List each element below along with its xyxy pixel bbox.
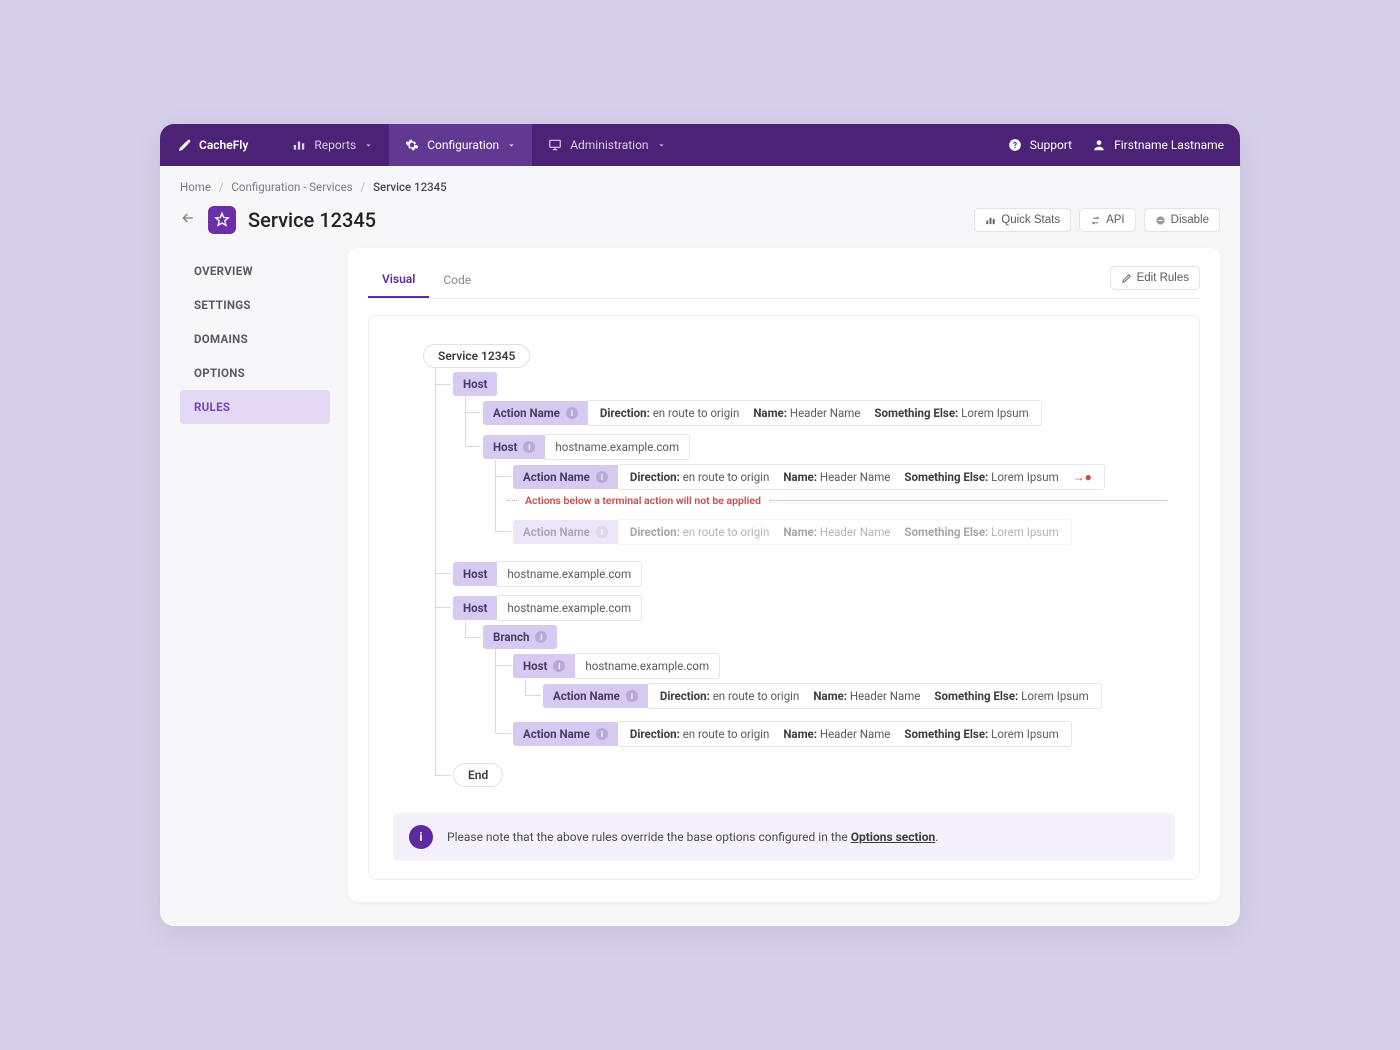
rules-canvas: Service 12345 Host Action Name i xyxy=(368,315,1200,880)
rocket-icon xyxy=(176,136,194,154)
back-arrow[interactable] xyxy=(180,210,196,230)
hostname-value: hostname.example.com xyxy=(497,561,642,587)
disabled-action-node: Action Namei Direction: en route to orig… xyxy=(513,519,1175,545)
hostname-value: hostname.example.com xyxy=(575,653,720,679)
host-node-with-value[interactable]: Hosti hostname.example.com xyxy=(513,653,1175,679)
pencil-icon xyxy=(1121,273,1132,284)
user-icon xyxy=(1092,138,1106,152)
info-icon: i xyxy=(596,526,608,538)
tabs: Visual Code Edit Rules xyxy=(368,264,1200,299)
sidenav-overview[interactable]: OVERVIEW xyxy=(180,254,330,288)
content-area: Home / Configuration - Services / Servic… xyxy=(160,166,1240,926)
stats-icon xyxy=(985,215,996,226)
host-node-with-value[interactable]: Host hostname.example.com xyxy=(453,561,1175,587)
nav-support-label: Support xyxy=(1030,138,1072,152)
gear-icon xyxy=(405,138,419,152)
svg-text:?: ? xyxy=(1013,140,1017,150)
info-icon: i xyxy=(596,728,608,740)
hostname-value: hostname.example.com xyxy=(545,434,690,460)
note-box: i Please note that the above rules overr… xyxy=(393,813,1175,861)
breadcrumb-config[interactable]: Configuration - Services xyxy=(231,180,352,194)
hostname-value: hostname.example.com xyxy=(497,595,642,621)
nav-user[interactable]: Firstname Lastname xyxy=(1092,138,1224,152)
page-title: Service 12345 xyxy=(248,208,376,232)
nav-reports-label: Reports xyxy=(314,138,356,152)
chevron-down-icon xyxy=(507,141,516,150)
host-node[interactable]: Host xyxy=(453,372,497,396)
host-label: Host xyxy=(463,377,487,391)
action-node[interactable]: Action Namei Direction: en route to orig… xyxy=(513,721,1175,747)
sidenav-rules[interactable]: RULES xyxy=(180,390,330,424)
side-nav: OVERVIEW SETTINGS DOMAINS OPTIONS RULES xyxy=(180,248,330,902)
tab-code[interactable]: Code xyxy=(429,265,485,297)
nav-administration[interactable]: Administration xyxy=(532,124,681,166)
top-nav: CacheFly Reports Configuration Administr… xyxy=(160,124,1240,166)
brand-name: CacheFly xyxy=(199,138,248,152)
breadcrumb: Home / Configuration - Services / Servic… xyxy=(180,180,1220,194)
breadcrumb-home[interactable]: Home xyxy=(180,180,211,194)
disable-label: Disable xyxy=(1171,214,1209,226)
edit-rules-button[interactable]: Edit Rules xyxy=(1110,266,1200,290)
info-icon: i xyxy=(523,441,535,453)
brand-logo[interactable]: CacheFly xyxy=(176,136,248,154)
chart-icon xyxy=(292,138,306,152)
quick-stats-label: Quick Stats xyxy=(1001,214,1060,226)
branch-label: Branch xyxy=(493,630,529,644)
action-node[interactable]: Action Namei Direction: en route to orig… xyxy=(483,400,1175,426)
action-label: Action Name xyxy=(493,406,560,420)
api-label: API xyxy=(1106,214,1125,226)
terminal-warning-text: Actions below a terminal action will not… xyxy=(525,494,761,507)
terminal-action-node[interactable]: Action Namei Direction: en route to orig… xyxy=(513,464,1175,490)
switch-icon xyxy=(1090,215,1101,226)
help-icon: ? xyxy=(1008,138,1022,152)
quick-stats-button[interactable]: Quick Stats xyxy=(974,208,1071,232)
nav-user-label: Firstname Lastname xyxy=(1114,138,1224,152)
edit-rules-label: Edit Rules xyxy=(1137,272,1189,284)
chevron-down-icon xyxy=(364,141,373,150)
nav-administration-label: Administration xyxy=(570,138,648,152)
api-button[interactable]: API xyxy=(1079,208,1136,232)
note-text: Please note that the above rules overrid… xyxy=(447,830,938,844)
host-label: Host xyxy=(493,440,517,454)
info-circle-icon: i xyxy=(409,825,433,849)
service-icon xyxy=(208,206,236,234)
terminal-icon: →● xyxy=(1073,470,1092,484)
disable-button[interactable]: Disable xyxy=(1144,208,1220,232)
breadcrumb-current: Service 12345 xyxy=(373,180,447,194)
tab-visual[interactable]: Visual xyxy=(368,264,429,298)
info-icon: i xyxy=(566,407,578,419)
star-icon xyxy=(214,212,230,228)
minus-circle-icon xyxy=(1155,215,1166,226)
options-section-link[interactable]: Options section xyxy=(851,830,936,844)
app-window: CacheFly Reports Configuration Administr… xyxy=(160,124,1240,926)
host-node-with-value[interactable]: Hosti hostname.example.com xyxy=(483,434,1175,460)
action-node[interactable]: Action Namei Direction: en route to orig… xyxy=(543,683,1175,709)
host-node-with-value[interactable]: Host hostname.example.com xyxy=(453,595,1175,621)
monitor-icon xyxy=(548,138,562,152)
terminal-warning: Actions below a terminal action will not… xyxy=(499,494,1175,507)
main-panel: Visual Code Edit Rules Service 12345 xyxy=(348,248,1220,902)
nav-support[interactable]: ? Support xyxy=(1008,138,1072,152)
info-icon: i xyxy=(626,690,638,702)
info-icon: i xyxy=(553,660,565,672)
info-icon: i xyxy=(596,471,608,483)
end-node[interactable]: End xyxy=(453,763,503,787)
chevron-down-icon xyxy=(657,141,666,150)
sidenav-settings[interactable]: SETTINGS xyxy=(180,288,330,322)
nav-configuration[interactable]: Configuration xyxy=(389,124,532,166)
sidenav-domains[interactable]: DOMAINS xyxy=(180,322,330,356)
branch-node[interactable]: Branchi xyxy=(483,625,557,649)
info-icon: i xyxy=(535,631,547,643)
sidenav-options[interactable]: OPTIONS xyxy=(180,356,330,390)
page-header: Service 12345 Quick Stats API Disable xyxy=(180,206,1220,234)
nav-configuration-label: Configuration xyxy=(427,138,499,152)
service-node[interactable]: Service 12345 xyxy=(423,344,530,368)
arrow-left-icon xyxy=(180,210,196,226)
nav-reports[interactable]: Reports xyxy=(276,124,389,166)
